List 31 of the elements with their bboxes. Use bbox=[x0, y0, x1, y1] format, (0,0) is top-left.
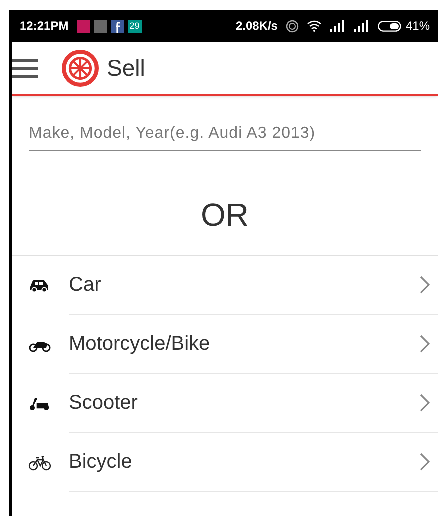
category-label: Motorcycle/Bike bbox=[69, 332, 212, 357]
or-separator-text: OR bbox=[200, 196, 250, 235]
signal-icon bbox=[330, 20, 346, 32]
chevron-right-icon bbox=[420, 453, 430, 471]
menu-icon[interactable] bbox=[12, 57, 38, 79]
app-bar-title: Sell bbox=[107, 54, 146, 83]
chevron-right-icon bbox=[420, 276, 430, 294]
social-app-icon bbox=[110, 20, 124, 32]
bicycle-icon bbox=[28, 454, 52, 470]
wifi-icon bbox=[306, 20, 322, 32]
sync-icon bbox=[286, 20, 299, 32]
app-notification-icon bbox=[76, 20, 90, 32]
category-row[interactable]: Bicycle bbox=[12, 433, 438, 492]
category-label: Car bbox=[69, 273, 102, 298]
search-field[interactable]: Make, Model, Year(e.g. Audi A3 2013) bbox=[29, 122, 421, 151]
chevron-right-icon bbox=[420, 394, 430, 412]
category-row[interactable]: Motorcycle/Bike bbox=[12, 315, 438, 374]
category-label: Bicycle bbox=[69, 450, 134, 475]
battery-percent: 41% bbox=[406, 18, 430, 35]
category-row[interactable]: Scooter bbox=[12, 374, 438, 433]
scooter-icon bbox=[28, 396, 52, 412]
wheel-logo-icon bbox=[62, 50, 99, 86]
status-time: 12:21PM bbox=[20, 18, 69, 35]
network-speed: 2.08K/s bbox=[236, 18, 278, 35]
category-row[interactable]: Car bbox=[12, 256, 438, 315]
chevron-right-icon bbox=[420, 335, 430, 353]
battery-icon bbox=[378, 20, 402, 32]
category-label: Scooter bbox=[69, 391, 139, 416]
app-notification-icon bbox=[94, 20, 107, 32]
notification-badge: 29 bbox=[128, 20, 142, 32]
signal-icon bbox=[354, 20, 370, 32]
